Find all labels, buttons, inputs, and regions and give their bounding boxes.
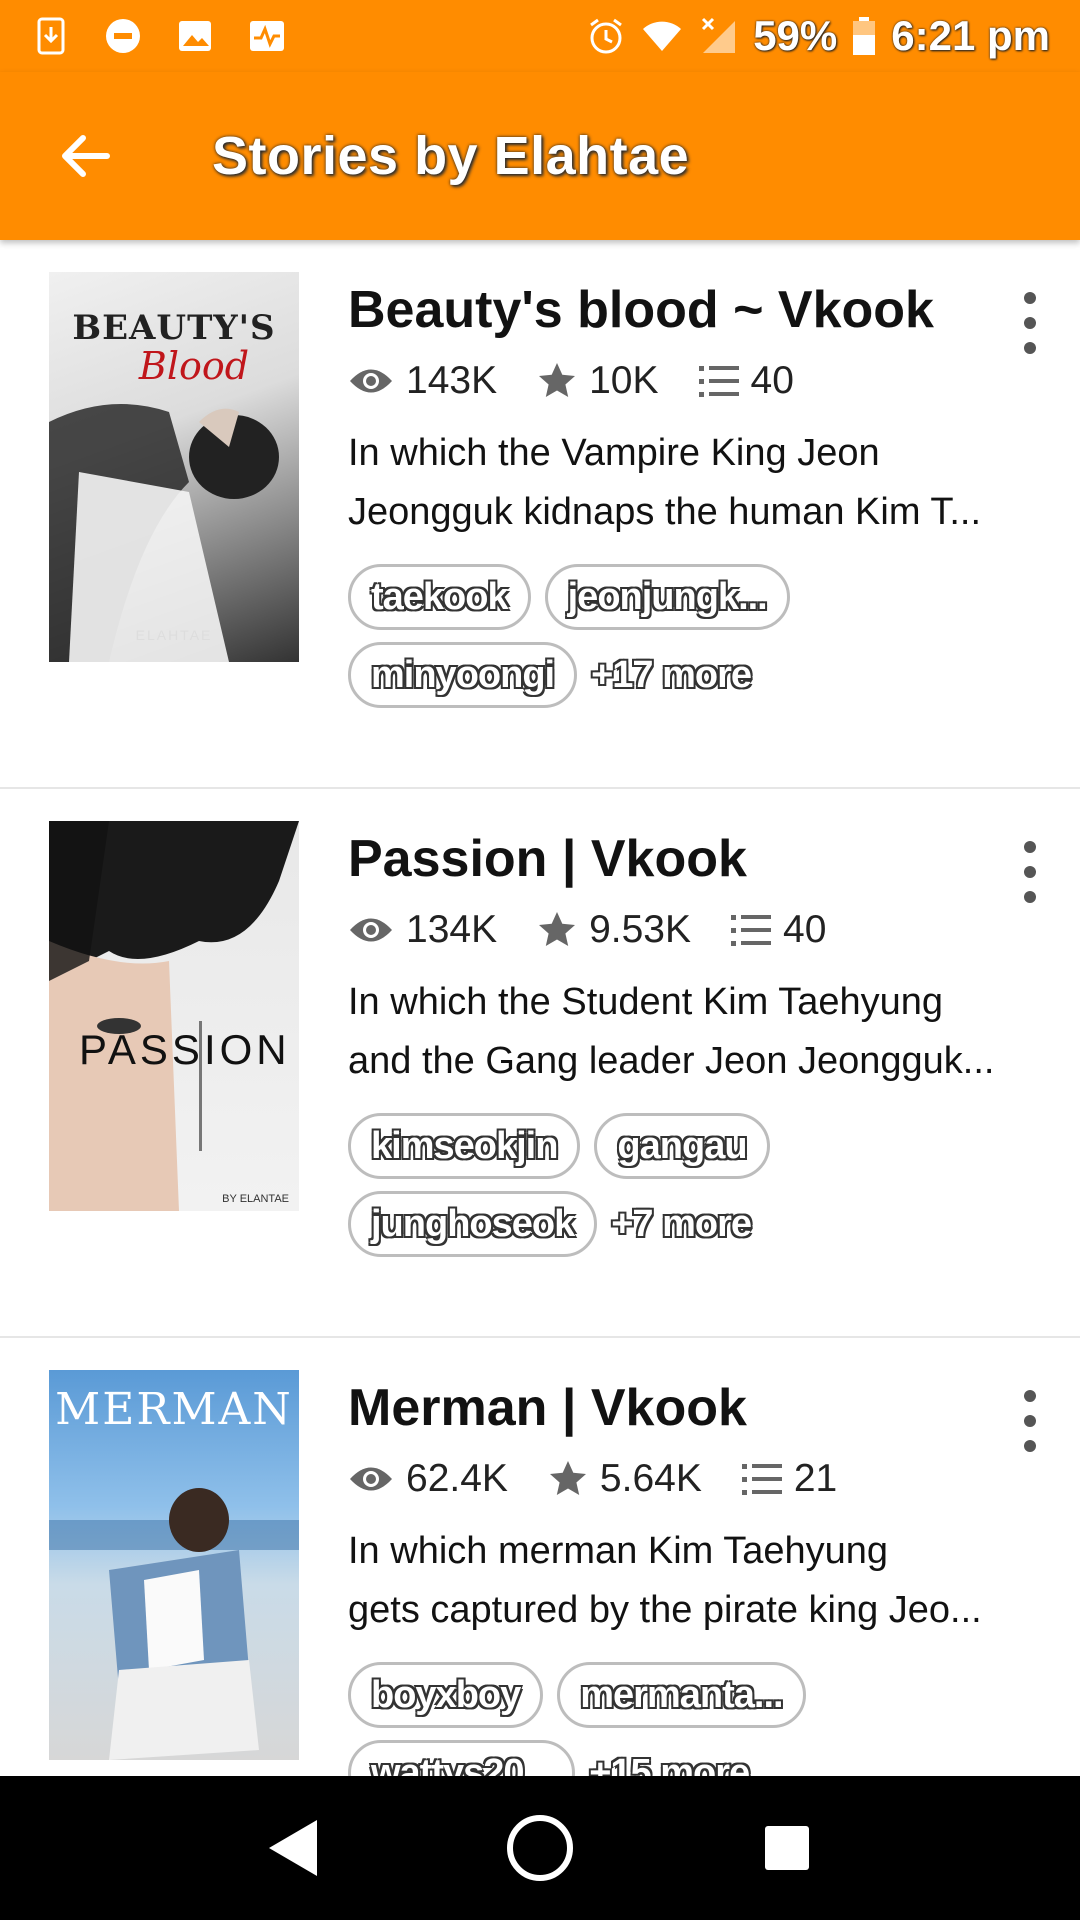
parts-count: 40 <box>750 359 794 402</box>
cover-title: BEAUTY'S <box>72 308 276 348</box>
story-item[interactable]: BEAUTY'S Blood ELAHTAE Beauty's blood ~ … <box>0 240 1080 789</box>
story-description: In which merman Kim Taehyung gets captur… <box>348 1522 1028 1640</box>
recents-square-icon <box>764 1826 809 1870</box>
battery-percent: 59% <box>753 12 838 59</box>
tag-list: boyxboy mermanta... wattys20... +15 more <box>348 1662 908 1776</box>
parts-count: 40 <box>783 908 827 951</box>
description-line: In which merman Kim Taehyung <box>348 1530 888 1572</box>
tag-chip[interactable]: kimseokjin <box>348 1113 581 1179</box>
story-title[interactable]: Beauty's blood ~ Vkook <box>348 278 1028 342</box>
reads-stat: 134K <box>348 908 497 952</box>
votes-count: 5.64K <box>599 1457 702 1500</box>
arrow-left-icon <box>62 135 110 177</box>
reads-count: 134K <box>406 908 498 951</box>
votes-stat: 9.53K <box>537 908 691 952</box>
cover-credit: ELAHTAE <box>135 627 213 643</box>
parts-stat: 21 <box>741 1457 838 1501</box>
clock: 6:21 pm <box>891 12 1050 59</box>
cover-subtitle: Blood <box>138 344 250 388</box>
list-icon <box>731 915 772 946</box>
description-line: and the Gang leader Jeon Jeongguk... <box>348 1040 995 1082</box>
parts-stat: 40 <box>731 908 826 952</box>
story-description: In which the Vampire King Jeon Jeongguk … <box>348 424 1028 542</box>
parts-count: 21 <box>793 1457 838 1500</box>
back-triangle-icon <box>269 1820 318 1876</box>
reads-count: 62.4K <box>406 1457 508 1500</box>
nav-home-button[interactable] <box>490 1798 590 1898</box>
pulse-icon <box>246 15 288 57</box>
story-cover[interactable]: PASSION BY ELANTAE <box>49 821 299 1211</box>
tag-chip[interactable]: jeonjungk... <box>544 564 790 630</box>
story-stats: 62.4K 5.64K 21 <box>348 1454 1028 1504</box>
nav-back-button[interactable] <box>243 1798 343 1898</box>
alarm-icon <box>585 15 627 57</box>
battery-icon <box>851 15 877 57</box>
story-list[interactable]: BEAUTY'S Blood ELAHTAE Beauty's blood ~ … <box>0 240 1080 1776</box>
nav-recents-button[interactable] <box>737 1798 837 1898</box>
description-line: In which the Student Kim Taehyung <box>348 981 944 1023</box>
page-title: Stories by Elahtae <box>212 126 690 186</box>
votes-stat: 10K <box>537 359 659 403</box>
wifi-icon <box>641 15 683 57</box>
eye-icon <box>350 1467 392 1491</box>
tag-list: kimseokjin gangau junghoseok +7 more <box>348 1113 908 1257</box>
cover-title: PASSION <box>79 1026 291 1073</box>
description-line: Jeongguk kidnaps the human Kim T... <box>348 491 982 533</box>
image-icon <box>174 15 216 57</box>
story-stats: 134K 9.53K 40 <box>348 905 1028 955</box>
reads-count: 143K <box>406 359 498 402</box>
star-icon <box>549 1461 586 1495</box>
signal-icon <box>697 15 739 57</box>
story-item[interactable]: MERMAN Merman | Vkook 62.4K 5.64K 21 In … <box>0 1338 1080 1776</box>
dnd-icon <box>102 15 144 57</box>
more-tags-link[interactable]: +15 more <box>589 1752 750 1777</box>
reads-stat: 143K <box>348 359 497 403</box>
more-tags-link[interactable]: +7 more <box>611 1203 752 1246</box>
download-icon <box>30 15 72 57</box>
tag-chip[interactable]: minyoongi <box>348 642 578 708</box>
story-cover[interactable]: MERMAN <box>49 1370 299 1760</box>
votes-count: 9.53K <box>589 908 692 951</box>
description-line: gets captured by the pirate king Jeo... <box>348 1589 982 1631</box>
story-title[interactable]: Passion | Vkook <box>348 827 1028 891</box>
tag-chip[interactable]: gangau <box>594 1113 770 1179</box>
votes-stat: 5.64K <box>548 1457 702 1501</box>
star-icon <box>539 363 576 397</box>
more-tags-link[interactable]: +17 more <box>591 654 752 697</box>
story-stats: 143K 10K 40 <box>348 356 1028 406</box>
story-title[interactable]: Merman | Vkook <box>348 1376 1028 1440</box>
parts-stat: 40 <box>698 359 794 403</box>
home-circle-icon <box>506 1815 573 1881</box>
tag-chip[interactable]: wattys20... <box>348 1740 576 1776</box>
tag-chip[interactable]: taekook <box>348 564 531 630</box>
story-cover[interactable]: BEAUTY'S Blood ELAHTAE <box>49 272 299 662</box>
tag-chip[interactable]: mermanta... <box>557 1662 806 1728</box>
reads-stat: 62.4K <box>348 1457 508 1501</box>
description-line: In which the Vampire King Jeon <box>348 432 880 474</box>
eye-icon <box>350 918 392 942</box>
story-menu-button[interactable] <box>1010 1386 1050 1456</box>
app-bar: Stories by Elahtae <box>0 72 1080 240</box>
story-description: In which the Student Kim Taehyung and th… <box>348 973 1028 1091</box>
tag-chip[interactable]: boyxboy <box>348 1662 544 1728</box>
eye-icon <box>350 369 392 393</box>
list-icon <box>741 1464 782 1495</box>
tag-list: taekook jeonjungk... minyoongi +17 more <box>348 564 908 708</box>
status-bar: 59% 6:21 pm <box>0 0 1080 72</box>
back-button[interactable] <box>30 101 140 211</box>
story-menu-button[interactable] <box>1010 288 1050 358</box>
list-icon <box>698 366 739 397</box>
tag-chip[interactable]: junghoseok <box>348 1191 598 1257</box>
star-icon <box>539 912 576 946</box>
more-vert-icon <box>1024 292 1036 304</box>
story-item[interactable]: PASSION BY ELANTAE Passion | Vkook 134K … <box>0 789 1080 1338</box>
more-vert-icon <box>1024 1390 1036 1402</box>
votes-count: 10K <box>589 359 659 402</box>
cover-title: MERMAN <box>55 1384 293 1435</box>
story-menu-button[interactable] <box>1010 837 1050 907</box>
system-nav-bar <box>0 1776 1080 1920</box>
cover-credit: BY ELANTAE <box>222 1193 289 1205</box>
more-vert-icon <box>1024 841 1036 853</box>
